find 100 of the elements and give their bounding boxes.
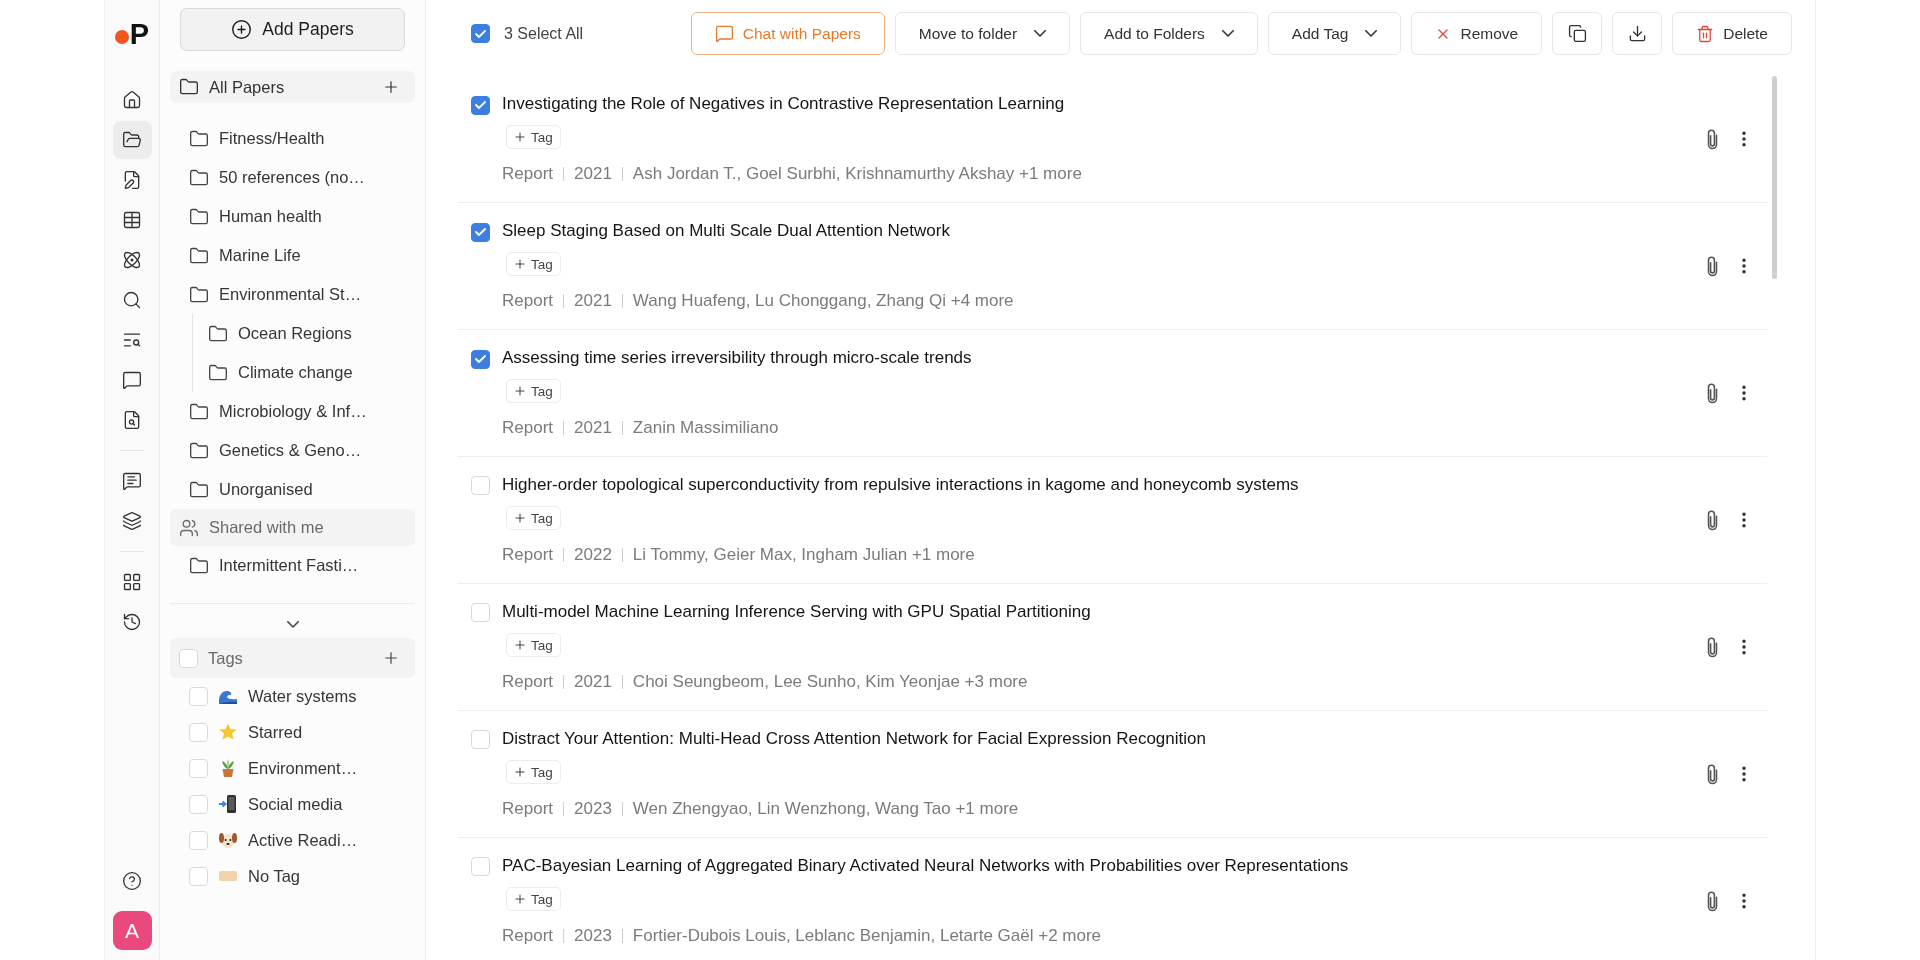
- plus-icon[interactable]: [382, 649, 400, 667]
- paper-title[interactable]: Distract Your Attention: Multi-Head Cross Attention Network for Facial Expression Recognition: [502, 727, 1206, 751]
- search-icon: [122, 290, 142, 310]
- paperclip-icon[interactable]: [1707, 128, 1718, 150]
- folder-item[interactable]: Climate change: [193, 353, 415, 392]
- folder-icon: [189, 401, 209, 422]
- folder-icon: [189, 128, 209, 149]
- add-tag-button[interactable]: Tag: [506, 887, 561, 911]
- tag-name[interactable]: Social media: [248, 794, 343, 814]
- paper-year: 2021: [574, 672, 612, 692]
- plus-icon[interactable]: [382, 78, 400, 96]
- add-tag-button[interactable]: Tag: [506, 125, 561, 149]
- folder-item[interactable]: Ocean Regions: [193, 314, 415, 353]
- folder-icon: [189, 284, 209, 305]
- paperclip-icon[interactable]: [1707, 382, 1718, 404]
- checkmark-icon: [475, 228, 486, 236]
- add-tag-button[interactable]: Tag: [506, 760, 561, 784]
- dropdown-button[interactable]: Add Tag: [1267, 12, 1402, 55]
- paper-title[interactable]: Sleep Staging Based on Multi Scale Dual Attention Network: [502, 219, 950, 243]
- paper-title[interactable]: PAC-Bayesian Learning of Aggregated Binary Activated Neural Networks with Probabilities over Representations: [502, 854, 1349, 878]
- checkbox[interactable]: [471, 95, 490, 115]
- dropdown-button[interactable]: Move to folder: [894, 12, 1071, 55]
- checkbox[interactable]: [471, 349, 490, 369]
- paper-authors: Zanin Massimiliano: [632, 418, 779, 438]
- section-title[interactable]: All Papers: [209, 77, 372, 97]
- plus-icon: [513, 257, 527, 271]
- download-button[interactable]: [1612, 12, 1663, 55]
- paperclip-icon[interactable]: [1707, 509, 1718, 531]
- plus-icon: [513, 130, 527, 144]
- plus-circle-icon: [231, 19, 253, 40]
- copy-icon: [1567, 24, 1587, 43]
- nav-button[interactable]: [112, 121, 152, 159]
- paper-authors: Wang Huafeng, Lu Chonggang, Zhang Qi +4 more: [632, 291, 1014, 311]
- folder-item[interactable]: 50 references (no…: [170, 158, 415, 197]
- add-papers-button[interactable]: Add Papers: [180, 8, 405, 51]
- select-all-label[interactable]: 3 Select All: [504, 24, 584, 43]
- grid-icon: [122, 572, 142, 592]
- paper-type: Report: [502, 164, 554, 184]
- paperclip-icon[interactable]: [1707, 636, 1718, 658]
- folder-icon: [189, 206, 209, 227]
- chevron-down-icon[interactable]: [286, 620, 299, 628]
- delete-button[interactable]: Delete: [1672, 12, 1792, 55]
- folder-icon: [189, 440, 209, 461]
- checkbox[interactable]: [471, 222, 490, 242]
- paper-authors: Wen Zhengyao, Lin Wenzhong, Wang Tao +1 more: [632, 799, 1019, 819]
- paper-title[interactable]: Assessing time series irreversibility through micro-scale trends: [502, 346, 972, 370]
- dog-icon: [218, 830, 238, 850]
- copy-button[interactable]: [1552, 12, 1603, 55]
- table-icon: [122, 210, 142, 230]
- plus-icon: [513, 638, 527, 652]
- history-icon: [122, 612, 142, 632]
- people-icon: [179, 517, 199, 538]
- tag-name[interactable]: Starred: [248, 722, 303, 742]
- folder-item[interactable]: Fitness/Health: [170, 119, 415, 158]
- logo-letter: P: [129, 21, 150, 47]
- folder-icon: [189, 245, 209, 266]
- tag-name[interactable]: Water systems: [248, 686, 357, 706]
- chevron-down-icon: [1365, 30, 1378, 37]
- paperclip-icon[interactable]: [1707, 890, 1718, 912]
- paper-title[interactable]: Higher-order topological superconductivity from repulsive interactions in kagome and honeycomb systems: [502, 473, 1299, 497]
- section-title[interactable]: Tags: [208, 648, 372, 668]
- chevron-down-icon: [1034, 30, 1047, 37]
- download-icon: [1627, 24, 1647, 43]
- folder-item[interactable]: Intermittent Fasti…: [170, 546, 415, 585]
- folder-item[interactable]: Marine Life: [170, 236, 415, 275]
- paper-authors: Fortier-Dubois Louis, Leblanc Benjamin, Letarte Gaël +2 more: [632, 926, 1102, 946]
- folder-icon: [189, 479, 209, 500]
- paperclip-icon[interactable]: [1707, 255, 1718, 277]
- folder-item[interactable]: Environmental St…: [170, 275, 415, 314]
- paper-title[interactable]: Multi-model Machine Learning Inference Serving with GPU Spatial Partitioning: [502, 600, 1091, 624]
- paper-type: Report: [502, 418, 554, 438]
- paper-year: 2021: [574, 164, 612, 184]
- scrollbar[interactable]: [1772, 76, 1777, 279]
- paper-title[interactable]: Investigating the Role of Negatives in Contrastive Representation Learning: [502, 92, 1065, 116]
- add-tag-button[interactable]: Tag: [506, 506, 561, 530]
- folder-item[interactable]: Unorganised: [170, 470, 415, 509]
- add-tag-button[interactable]: Tag: [506, 379, 561, 403]
- chevron-down-icon: [1221, 30, 1234, 37]
- checkbox[interactable]: [471, 24, 490, 43]
- folder-item[interactable]: Human health: [170, 197, 415, 236]
- remove-button[interactable]: Remove: [1411, 12, 1543, 55]
- atom-icon: [122, 250, 142, 270]
- folder-icon: [189, 555, 209, 576]
- paper-year: 2023: [574, 926, 612, 946]
- avatar[interactable]: A: [112, 911, 152, 950]
- chat-bubble-icon: [714, 24, 734, 43]
- section-title[interactable]: Shared with me: [209, 518, 400, 537]
- tag-name[interactable]: Environment…: [248, 758, 358, 778]
- checkmark-icon: [475, 29, 486, 38]
- folder-item[interactable]: Microbiology & Inf…: [170, 392, 415, 431]
- tag-name[interactable]: No Tag: [248, 866, 300, 886]
- add-tag-button[interactable]: Tag: [506, 633, 561, 657]
- paper-year: 2022: [574, 545, 612, 565]
- paperclip-icon[interactable]: [1707, 763, 1718, 785]
- paper-authors: Ash Jordan T., Goel Surbhi, Krishnamurthy Akshay +1 more: [632, 164, 1082, 184]
- layers-icon: [122, 511, 142, 531]
- dropdown-button[interactable]: Add to Folders: [1080, 12, 1258, 55]
- tag-name[interactable]: Active Readi…: [248, 830, 358, 850]
- folder-item[interactable]: Genetics & Geno…: [170, 431, 415, 470]
- add-tag-button[interactable]: Tag: [506, 252, 561, 276]
